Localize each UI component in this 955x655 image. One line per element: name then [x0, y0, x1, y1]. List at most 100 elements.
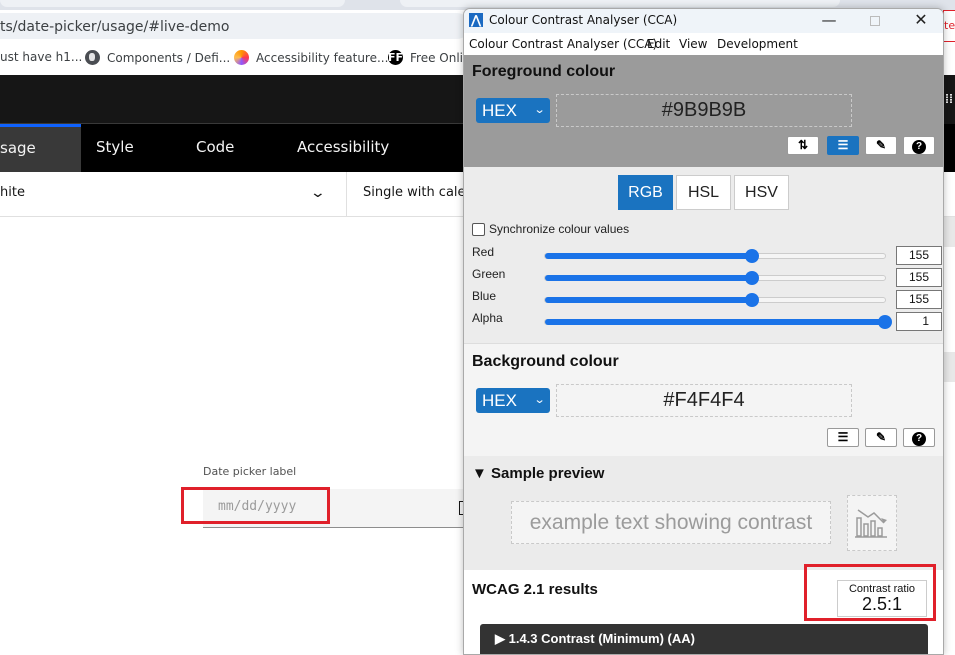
slider-handle[interactable]	[744, 271, 759, 285]
slider-value-input[interactable]: 1	[896, 312, 942, 331]
slider-handle[interactable]	[744, 249, 759, 263]
foreground-hex-input[interactable]: #9B9B9B	[556, 94, 852, 127]
swap-colours-button[interactable]: ⇅	[787, 136, 819, 155]
slider-green: Green 155	[464, 267, 943, 289]
help-icon: ?	[912, 432, 926, 446]
slider-alpha: Alpha 1	[464, 311, 943, 333]
chevron-down-icon[interactable]: ⌄	[310, 184, 326, 201]
slider-track[interactable]	[544, 271, 886, 285]
url-input[interactable]: ts/date-picker/usage/#live-demo	[0, 13, 470, 39]
tab-label: sage	[0, 139, 36, 157]
theme-dropdown[interactable]: hite	[0, 185, 25, 200]
bookmark-label: ust have h1...	[0, 50, 83, 64]
foreground-section: Foreground colour HEX ⌄ #9B9B9B ⇅ ☰ ✎ ?	[464, 55, 943, 167]
slider-track[interactable]	[544, 249, 886, 263]
tab-accessibility[interactable]: Accessibility	[297, 124, 389, 172]
slider-value-input[interactable]: 155	[896, 246, 942, 265]
sliders-icon: ☰	[837, 430, 849, 444]
foreground-title: Foreground colour	[472, 63, 616, 80]
background-hex-input[interactable]: #F4F4F4	[556, 384, 852, 417]
chevron-down-icon: ⌄	[533, 394, 546, 406]
background-help-button[interactable]: ?	[903, 428, 935, 447]
sync-checkbox[interactable]	[472, 222, 485, 236]
menu-development[interactable]: Development	[717, 37, 798, 51]
chart-preview-icon[interactable]	[847, 495, 897, 551]
sample-text: example text showing contrast	[511, 501, 831, 544]
sample-preview-section: ▼ Sample preview example text showing co…	[464, 456, 943, 570]
browser-tab[interactable]	[0, 0, 345, 7]
background-title: Background colour	[472, 353, 619, 370]
tab-hsv[interactable]: HSV	[734, 175, 789, 210]
maximize-icon	[870, 16, 880, 26]
menu-app[interactable]: Colour Contrast Analyser (CCA)	[469, 37, 657, 51]
bookmark-label: Accessibility feature...	[256, 50, 389, 65]
criterion-1-4-3-accordion[interactable]: ▶ 1.4.3 Contrast (Minimum) (AA)	[480, 624, 928, 654]
contrast-ratio-box: Contrast ratio 2.5:1	[837, 580, 927, 617]
background-format-select[interactable]: HEX ⌄	[476, 388, 550, 413]
bookmark-item[interactable]: FF Free Onlin	[388, 50, 471, 65]
variant-dropdown[interactable]: Single with cale	[363, 185, 466, 200]
grid-menu-icon[interactable]: ⁞⁞	[943, 75, 955, 124]
minimize-button[interactable]: —	[806, 9, 852, 33]
date-input[interactable]	[218, 499, 368, 514]
foreground-eyedropper-button[interactable]: ✎	[865, 136, 897, 155]
sample-preview-toggle[interactable]: ▼ Sample preview	[472, 465, 604, 482]
slider-red: Red 155	[464, 245, 943, 267]
bookmark-item[interactable]: ust have h1...	[0, 50, 82, 64]
foreground-help-button[interactable]: ?	[903, 136, 935, 155]
slider-label: Alpha	[472, 311, 503, 325]
wcag-results-section: WCAG 2.1 results Contrast ratio 2.5:1 ▶ …	[464, 570, 943, 654]
slider-blue: Blue 155	[464, 289, 943, 311]
tab-hsl[interactable]: HSL	[676, 175, 731, 210]
sync-checkbox-row[interactable]: Synchronize colour values	[472, 222, 629, 236]
slider-track[interactable]	[544, 315, 892, 329]
firefox-icon	[234, 50, 249, 65]
cca-window: ⋀ Colour Contrast Analyser (CCA) — ✕ Col…	[463, 8, 944, 655]
foreground-sliders-button[interactable]: ☰	[827, 136, 859, 155]
contrast-ratio-value: 2.5:1	[861, 594, 903, 614]
slider-label: Red	[472, 245, 495, 259]
url-text: ts/date-picker/usage/#live-demo	[0, 19, 230, 35]
slider-value-input[interactable]: 155	[896, 268, 942, 287]
chevron-down-icon: ⌄	[533, 104, 546, 116]
background-sliders-button[interactable]: ☰	[827, 428, 859, 447]
wcag-results-title: WCAG 2.1 results	[472, 581, 598, 598]
colour-model-tabs: RGB HSL HSV	[618, 175, 789, 210]
app-logo-icon: ⋀	[469, 13, 483, 27]
format-value: HEX	[482, 391, 517, 410]
foreground-format-select[interactable]: HEX ⌄	[476, 98, 550, 123]
format-value: HEX	[482, 101, 517, 120]
browser-tab[interactable]	[400, 0, 840, 7]
swap-icon: ⇅	[797, 138, 809, 152]
sliders-icon: ☰	[837, 138, 849, 152]
date-picker-field[interactable]	[203, 489, 467, 528]
slider-fill	[545, 275, 752, 281]
date-picker-label: Date picker label	[203, 465, 297, 478]
menu-view[interactable]: View	[679, 37, 707, 51]
window-title: Colour Contrast Analyser (CCA)	[489, 13, 678, 27]
slider-handle[interactable]	[878, 315, 892, 329]
tab-rgb[interactable]: RGB	[618, 175, 673, 210]
slider-value-input[interactable]: 155	[896, 290, 942, 309]
maximize-button[interactable]	[852, 9, 898, 33]
ff-icon: FF	[388, 50, 404, 65]
tab-label: Accessibility	[297, 138, 390, 156]
slider-fill	[545, 253, 752, 259]
slider-label: Blue	[472, 289, 497, 303]
window-titlebar[interactable]: ⋀ Colour Contrast Analyser (CCA) — ✕	[464, 9, 943, 33]
sync-label: Synchronize colour values	[489, 222, 630, 236]
eyedropper-icon: ✎	[875, 138, 887, 152]
slider-handle[interactable]	[744, 293, 759, 307]
divider	[346, 172, 347, 217]
background-section: Background colour HEX ⌄ #F4F4F4 ☰ ✎ ?	[464, 343, 943, 456]
close-button[interactable]: ✕	[898, 9, 943, 33]
slider-label: Green	[472, 267, 506, 281]
menu-edit[interactable]: Edit	[647, 37, 670, 51]
bookmark-item[interactable]: Accessibility feature...	[234, 50, 388, 65]
tab-style[interactable]: Style	[96, 124, 134, 172]
background-eyedropper-button[interactable]: ✎	[865, 428, 897, 447]
tab-code[interactable]: Code	[196, 124, 234, 172]
tab-usage[interactable]: sage	[0, 124, 81, 172]
slider-track[interactable]	[544, 293, 886, 307]
bookmark-item[interactable]: Components / Defi...	[85, 50, 230, 65]
